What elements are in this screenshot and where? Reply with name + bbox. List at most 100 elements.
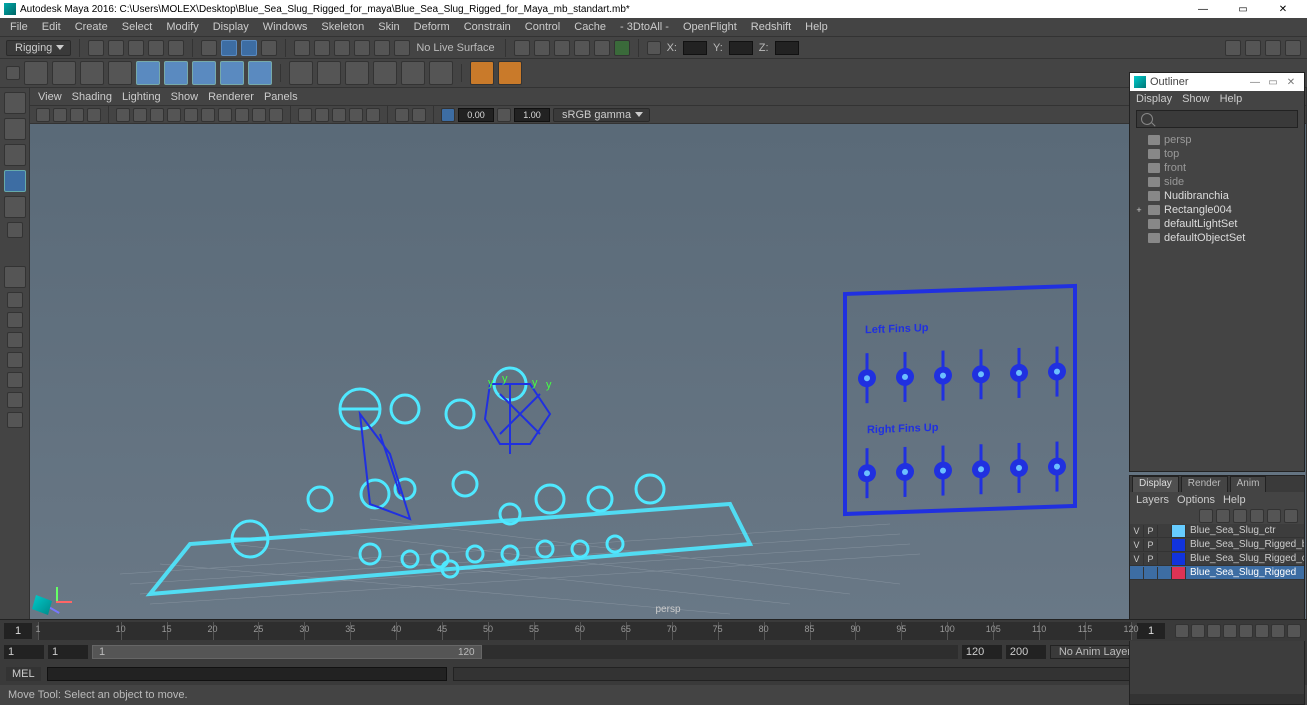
time-track[interactable]: 1101520253035404550556065707580859095100… (38, 622, 1131, 640)
time-current-input[interactable]: 1 (1137, 623, 1165, 639)
pt-icon[interactable] (349, 108, 363, 122)
layer-icon[interactable] (1199, 509, 1213, 523)
pt-icon[interactable] (269, 108, 283, 122)
outliner-close-button[interactable]: ✕ (1282, 75, 1300, 89)
shelf-icon-7[interactable] (192, 61, 216, 85)
shelf-icon-9[interactable] (248, 61, 272, 85)
layer-icon[interactable] (1216, 509, 1230, 523)
workspace-mode-dropdown[interactable]: Rigging (6, 40, 71, 56)
snap-point-icon[interactable] (334, 40, 350, 56)
coord-x-input[interactable] (683, 41, 707, 55)
shelf-icon-13[interactable] (373, 61, 397, 85)
shelf-icon-5[interactable] (136, 61, 160, 85)
panel-layout-1-icon[interactable] (1225, 40, 1241, 56)
shelf-icon-2[interactable] (52, 61, 76, 85)
menu-display[interactable]: Display (207, 20, 255, 34)
panel-layout-2-icon[interactable] (1245, 40, 1261, 56)
pt-icon[interactable] (332, 108, 346, 122)
select-by-object-icon[interactable] (201, 40, 217, 56)
exposure-input[interactable]: 0.00 (458, 108, 494, 122)
menu-skin[interactable]: Skin (372, 20, 405, 34)
gamma-input[interactable]: 1.00 (514, 108, 550, 122)
pt-icon[interactable] (87, 108, 101, 122)
outliner-node[interactable]: front (1134, 161, 1300, 175)
paint-select-tool-icon[interactable] (4, 144, 26, 166)
outliner-node[interactable]: defaultLightSet (1134, 217, 1300, 231)
redo-icon[interactable] (168, 40, 184, 56)
coord-z-input[interactable] (775, 41, 799, 55)
pt-gamma-icon[interactable] (441, 108, 455, 122)
layer-menu-help[interactable]: Help (1223, 494, 1246, 506)
pt-icon[interactable] (395, 108, 409, 122)
range-track[interactable]: 1 120 (92, 645, 958, 659)
close-button[interactable]: ✕ (1263, 0, 1303, 18)
pt-icon[interactable] (36, 108, 50, 122)
menu-windows[interactable]: Windows (257, 20, 314, 34)
shelf-icon-12[interactable] (345, 61, 369, 85)
go-to-start-icon[interactable] (1175, 624, 1189, 638)
pt-icon[interactable] (133, 108, 147, 122)
panel-menu-panels[interactable]: Panels (264, 91, 298, 103)
go-to-end-icon[interactable] (1287, 624, 1301, 638)
menu-file[interactable]: File (4, 20, 34, 34)
layout-two-h-icon[interactable] (7, 332, 23, 348)
undo-icon[interactable] (148, 40, 164, 56)
layer-icon[interactable] (1284, 509, 1298, 523)
layout-four-icon[interactable] (7, 312, 23, 328)
pt-icon[interactable] (167, 108, 181, 122)
time-slider[interactable]: 1 11015202530354045505560657075808590951… (0, 619, 1307, 641)
expand-icon[interactable]: + (1134, 205, 1144, 215)
layer-tab-render[interactable]: Render (1181, 476, 1228, 492)
snap-plane-icon[interactable] (354, 40, 370, 56)
time-start-input[interactable]: 1 (4, 623, 32, 639)
menu-edit[interactable]: Edit (36, 20, 67, 34)
layer-visible-toggle[interactable]: V (1130, 525, 1144, 537)
outliner-node[interactable]: side (1134, 175, 1300, 189)
layer-playback-toggle[interactable] (1144, 567, 1158, 579)
shelf-icon-10[interactable] (289, 61, 313, 85)
outliner-node[interactable]: Nudibranchia (1134, 189, 1300, 203)
layer-row[interactable]: Blue_Sea_Slug_Rigged (1130, 566, 1304, 580)
menu-skeleton[interactable]: Skeleton (315, 20, 370, 34)
layer-menu-options[interactable]: Options (1177, 494, 1215, 506)
selection-mask-icon[interactable] (261, 40, 277, 56)
shelf-icon-8[interactable] (220, 61, 244, 85)
history-icon[interactable] (514, 40, 530, 56)
layout-two-v-icon[interactable] (7, 352, 23, 368)
play-forward-icon[interactable] (1239, 624, 1253, 638)
layer-icon[interactable] (1233, 509, 1247, 523)
hypershade-icon[interactable] (614, 40, 630, 56)
menu-help[interactable]: Help (799, 20, 834, 34)
play-back-icon[interactable] (1223, 624, 1237, 638)
layout-single-icon[interactable] (7, 292, 23, 308)
maximize-button[interactable]: ▭ (1223, 0, 1263, 18)
layer-row[interactable]: VPBlue_Sea_Slug_Rigged_contro (1130, 552, 1304, 566)
pt-icon[interactable] (53, 108, 67, 122)
range-outer-start-input[interactable]: 1 (4, 645, 44, 659)
panel-layout-3-icon[interactable] (1265, 40, 1281, 56)
outliner-search-input[interactable] (1136, 110, 1298, 128)
pt-icon[interactable] (497, 108, 511, 122)
layer-color-swatch[interactable] (1172, 553, 1186, 565)
outliner-menu-display[interactable]: Display (1136, 93, 1172, 105)
shelf-icon-3[interactable] (80, 61, 104, 85)
xyz-mode-icon[interactable] (647, 41, 661, 55)
range-start-input[interactable]: 1 (48, 645, 88, 659)
snap-curve-icon[interactable] (314, 40, 330, 56)
step-back-frame-icon[interactable] (1207, 624, 1221, 638)
panel-menu-view[interactable]: View (38, 91, 62, 103)
render-settings-icon[interactable] (574, 40, 590, 56)
select-tool-icon[interactable] (4, 92, 26, 114)
layout-outliner-icon[interactable] (7, 392, 23, 408)
shelf-icon-11[interactable] (317, 61, 341, 85)
open-scene-icon[interactable] (108, 40, 124, 56)
layer-type-toggle[interactable] (1158, 553, 1172, 565)
layout-three-icon[interactable] (7, 372, 23, 388)
select-by-component-icon[interactable] (221, 40, 237, 56)
layer-visible-toggle[interactable] (1130, 567, 1144, 579)
lasso-tool-icon[interactable] (4, 118, 26, 140)
snap-grid-icon[interactable] (294, 40, 310, 56)
scale-tool-icon[interactable] (7, 222, 23, 238)
snap-live-icon[interactable] (374, 40, 390, 56)
layer-visible-toggle[interactable]: V (1130, 539, 1144, 551)
